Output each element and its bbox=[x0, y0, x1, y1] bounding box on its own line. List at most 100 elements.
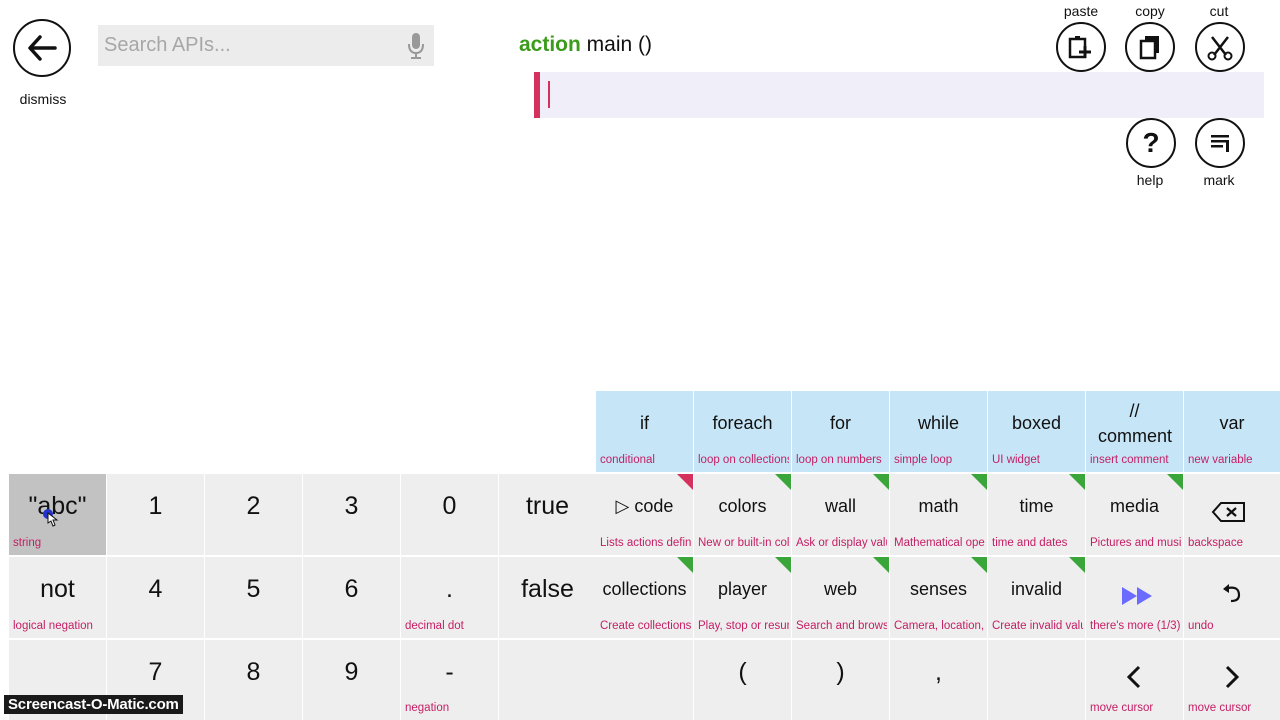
undo-icon bbox=[1220, 583, 1244, 610]
key-hint: New or built-in colors bbox=[698, 537, 789, 549]
paste-label: paste bbox=[1063, 3, 1099, 19]
key-var[interactable]: var new variable bbox=[1184, 391, 1280, 472]
key-hint: Create collections bbox=[600, 620, 691, 632]
key-collections[interactable]: collections Create collections bbox=[596, 557, 693, 638]
key-label: 7 bbox=[148, 658, 163, 686]
help-label: help bbox=[1136, 172, 1164, 188]
key-label: ) bbox=[836, 658, 845, 686]
dismiss-label: dismiss bbox=[19, 91, 67, 107]
key-9[interactable]: 9 bbox=[303, 640, 400, 720]
code-editor-line[interactable] bbox=[534, 72, 1264, 118]
key-hint: move cursor bbox=[1090, 702, 1154, 714]
key-5[interactable]: 5 bbox=[205, 557, 302, 638]
key-hint: time and dates bbox=[992, 537, 1068, 549]
key-open-paren[interactable]: ( bbox=[694, 640, 791, 720]
key-label: boxed bbox=[1011, 413, 1062, 433]
category-marker bbox=[873, 474, 889, 490]
key-label: collections bbox=[602, 579, 687, 599]
help-button[interactable]: ? bbox=[1126, 118, 1176, 168]
key-label: 4 bbox=[148, 575, 163, 603]
key-senses[interactable]: senses Camera, location, ... bbox=[890, 557, 987, 638]
key-1[interactable]: 1 bbox=[107, 474, 204, 555]
key-hint: Search and browse bbox=[796, 620, 887, 632]
key-invalid[interactable]: invalid Create invalid values bbox=[988, 557, 1085, 638]
key-label: if bbox=[640, 413, 649, 433]
copy-button[interactable] bbox=[1125, 22, 1175, 72]
question-icon: ? bbox=[1142, 127, 1160, 158]
key-label: while bbox=[917, 413, 960, 433]
key-while[interactable]: while simple loop bbox=[890, 391, 987, 472]
key-hint: undo bbox=[1188, 620, 1214, 632]
key-2[interactable]: 2 bbox=[205, 474, 302, 555]
line-gutter bbox=[534, 72, 540, 118]
key-backspace[interactable]: backspace bbox=[1184, 474, 1280, 555]
key-label: 6 bbox=[344, 575, 359, 603]
copy-label: copy bbox=[1135, 3, 1165, 19]
key-label: math bbox=[918, 496, 959, 516]
key-cursor-right[interactable]: move cursor bbox=[1184, 640, 1280, 720]
key-wall[interactable]: wall Ask or display values bbox=[792, 474, 889, 555]
key-decimal[interactable]: . decimal dot bbox=[401, 557, 498, 638]
key-for[interactable]: for loop on numbers bbox=[792, 391, 889, 472]
mark-label: mark bbox=[1203, 172, 1235, 188]
key-string[interactable]: "abc" string bbox=[9, 474, 106, 555]
key-web[interactable]: web Search and browse bbox=[792, 557, 889, 638]
key-4[interactable]: 4 bbox=[107, 557, 204, 638]
key-comma[interactable]: , bbox=[890, 640, 987, 720]
key-foreach[interactable]: foreach loop on collections bbox=[694, 391, 791, 472]
key-8[interactable]: 8 bbox=[205, 640, 302, 720]
key-label: 1 bbox=[148, 492, 163, 520]
key-hint: Pictures and music bbox=[1090, 537, 1181, 549]
search-input[interactable]: Search APIs... bbox=[98, 25, 434, 66]
key-hint: Create invalid values bbox=[992, 620, 1083, 632]
cut-label: cut bbox=[1209, 3, 1229, 19]
cut-button[interactable] bbox=[1195, 22, 1245, 72]
key-time[interactable]: time time and dates bbox=[988, 474, 1085, 555]
key-comment[interactable]: // comment insert comment bbox=[1086, 391, 1183, 472]
fast-forward-icon bbox=[1120, 585, 1156, 612]
chevron-left-icon bbox=[1124, 664, 1144, 695]
key-hint: UI widget bbox=[992, 454, 1040, 466]
key-hint: new variable bbox=[1188, 454, 1253, 466]
key-math[interactable]: math Mathematical operations bbox=[890, 474, 987, 555]
key-close-paren[interactable]: ) bbox=[792, 640, 889, 720]
key-more[interactable]: there's more (1/3) bbox=[1086, 557, 1183, 638]
key-label: wall bbox=[824, 496, 856, 516]
key-label: ▷ code bbox=[615, 496, 674, 516]
key-media[interactable]: media Pictures and music bbox=[1086, 474, 1183, 555]
key-if[interactable]: if conditional bbox=[596, 391, 693, 472]
screencast-watermark: Screencast-O-Matic.com bbox=[4, 695, 183, 714]
key-hint: loop on numbers bbox=[796, 454, 882, 466]
key-label: ( bbox=[738, 658, 747, 686]
category-marker bbox=[1069, 557, 1085, 573]
key-undo[interactable]: undo bbox=[1184, 557, 1280, 638]
key-player[interactable]: player Play, stop or resume bbox=[694, 557, 791, 638]
key-6[interactable]: 6 bbox=[303, 557, 400, 638]
mark-button[interactable] bbox=[1195, 118, 1245, 168]
key-0[interactable]: 0 bbox=[401, 474, 498, 555]
key-colors[interactable]: colors New or built-in colors bbox=[694, 474, 791, 555]
microphone-icon[interactable] bbox=[406, 31, 426, 66]
key-label: for bbox=[829, 413, 851, 433]
dismiss-button[interactable] bbox=[13, 19, 71, 77]
key-code[interactable]: ▷ code Lists actions defined bbox=[596, 474, 693, 555]
action-header: action main () bbox=[519, 33, 652, 57]
key-cursor-left[interactable]: move cursor bbox=[1086, 640, 1183, 720]
key-true[interactable]: true bbox=[499, 474, 596, 555]
key-boxed[interactable]: boxed UI widget bbox=[988, 391, 1085, 472]
paste-button[interactable] bbox=[1056, 22, 1106, 72]
key-false[interactable]: false bbox=[499, 557, 596, 638]
action-keyword: action bbox=[519, 33, 581, 56]
category-marker bbox=[971, 474, 987, 490]
key-label: time bbox=[1019, 496, 1054, 516]
key-minus[interactable]: - negation bbox=[401, 640, 498, 720]
key-label: 0 bbox=[442, 492, 457, 520]
key-hint: loop on collections bbox=[698, 454, 789, 466]
scissors-icon bbox=[1207, 36, 1233, 61]
key-label: 8 bbox=[246, 658, 261, 686]
key-3[interactable]: 3 bbox=[303, 474, 400, 555]
key-not[interactable]: not logical negation bbox=[9, 557, 106, 638]
copy-icon bbox=[1139, 36, 1159, 60]
key-hint: Camera, location, ... bbox=[894, 620, 985, 632]
key-label: 9 bbox=[344, 658, 359, 686]
